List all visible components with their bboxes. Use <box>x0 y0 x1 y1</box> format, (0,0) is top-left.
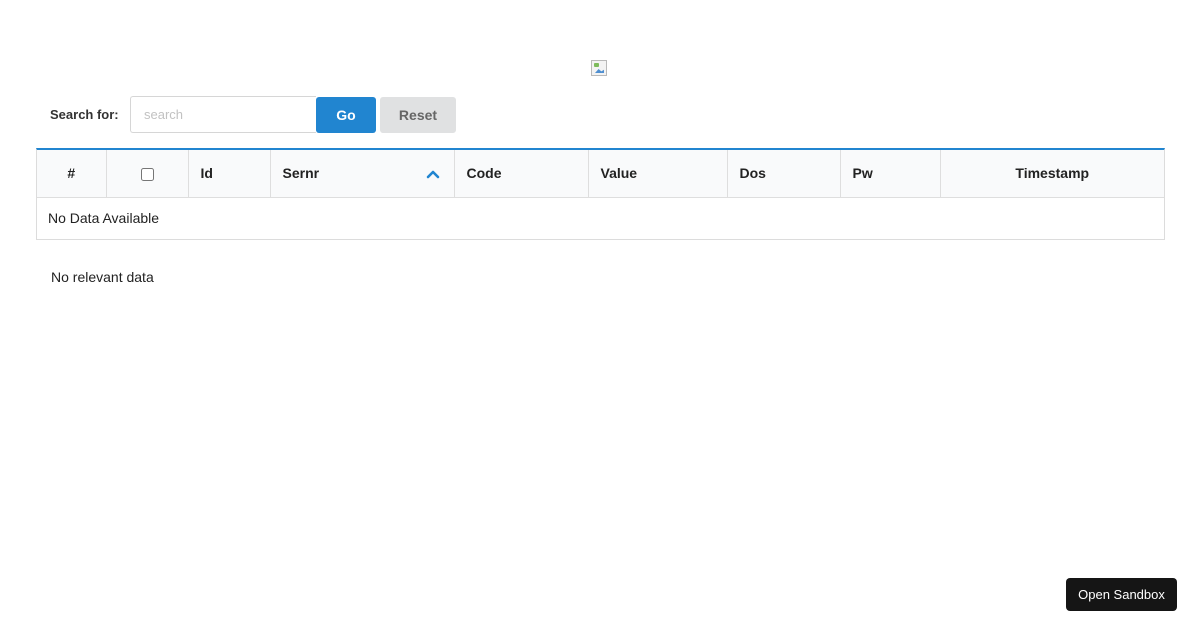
data-table: # Id Sernr Code Value Dos Pw Timestamp N… <box>36 148 1165 240</box>
search-label: Search for: <box>50 107 119 122</box>
column-header-id[interactable]: Id <box>188 150 271 198</box>
column-header-pw[interactable]: Pw <box>840 150 941 198</box>
no-relevant-data-text: No relevant data <box>51 269 154 285</box>
column-header-dos[interactable]: Dos <box>727 150 841 198</box>
column-header-sernr[interactable]: Sernr <box>270 150 455 198</box>
column-header-select-all <box>106 150 189 198</box>
column-header-code[interactable]: Code <box>454 150 589 198</box>
column-header-value[interactable]: Value <box>588 150 728 198</box>
column-header-sernr-label: Sernr <box>282 165 320 182</box>
search-bar: Search for: Go Reset <box>50 96 456 133</box>
table-row: No Data Available <box>37 197 1164 239</box>
go-button[interactable]: Go <box>316 96 376 133</box>
broken-image-icon <box>591 60 607 76</box>
reset-button[interactable]: Reset <box>380 96 456 133</box>
table-header-row: # Id Sernr Code Value Dos Pw Timestamp <box>37 150 1164 198</box>
empty-table-message: No Data Available <box>48 210 160 227</box>
sort-ascending-icon[interactable] <box>426 169 440 179</box>
column-header-timestamp[interactable]: Timestamp <box>940 150 1164 198</box>
column-header-index: # <box>37 150 107 198</box>
logo-image <box>591 60 609 78</box>
select-all-checkbox[interactable] <box>140 168 154 182</box>
search-input[interactable] <box>130 96 316 133</box>
open-sandbox-button[interactable]: Open Sandbox <box>1066 578 1177 611</box>
